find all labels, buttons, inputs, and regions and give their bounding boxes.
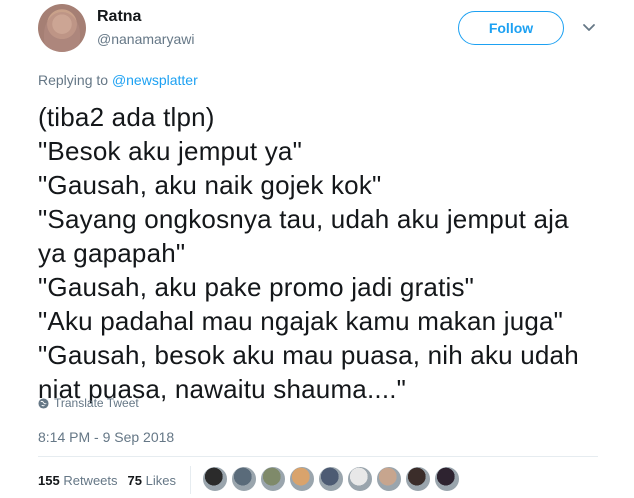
tweet-stats: 155 Retweets 75 Likes	[38, 473, 176, 488]
likes-label[interactable]: Likes	[146, 473, 176, 488]
translate-label[interactable]: Translate Tweet	[54, 396, 139, 410]
reply-mention-link[interactable]: @newsplatter	[112, 72, 198, 88]
liker-avatar[interactable]	[347, 466, 373, 492]
avatar-image	[44, 12, 80, 52]
tweet-line: (tiba2 ada tlpn)	[38, 102, 215, 132]
liker-avatar[interactable]	[376, 466, 402, 492]
tweet-line: "Gausah, aku naik gojek kok"	[38, 170, 382, 200]
author-handle[interactable]: @nanamaryawi	[97, 31, 194, 47]
liker-avatar[interactable]	[260, 466, 286, 492]
replying-prefix: Replying to	[38, 72, 112, 88]
author-name[interactable]: Ratna	[97, 8, 141, 26]
retweets-stat[interactable]: 155 Retweets	[38, 473, 118, 488]
follow-button[interactable]: Follow	[458, 11, 564, 45]
likes-stat[interactable]: 75 Likes	[128, 473, 176, 488]
liker-avatar[interactable]	[231, 466, 257, 492]
liker-avatar[interactable]	[434, 466, 460, 492]
tweet-timestamp[interactable]: 8:14 PM - 9 Sep 2018	[38, 429, 174, 445]
tweet-text: (tiba2 ada tlpn) "Besok aku jemput ya" "…	[38, 100, 618, 406]
tweet-line: "Gausah, besok aku mau puasa, nih aku ud…	[38, 340, 579, 370]
author-avatar[interactable]	[38, 4, 86, 52]
liker-avatar[interactable]	[289, 466, 315, 492]
chevron-down-icon[interactable]	[582, 20, 596, 34]
liker-avatar[interactable]	[202, 466, 228, 492]
likes-count[interactable]: 75	[128, 473, 142, 488]
globe-icon	[38, 397, 49, 409]
divider	[38, 456, 598, 457]
tweet-line: ya gapapah"	[38, 238, 186, 268]
tweet-line: "Gausah, aku pake promo jadi gratis"	[38, 272, 475, 302]
replying-to: Replying to @newsplatter	[38, 72, 198, 88]
retweets-count[interactable]: 155	[38, 473, 60, 488]
retweets-label[interactable]: Retweets	[63, 473, 117, 488]
stats-divider	[190, 466, 191, 494]
tweet-line: "Besok aku jemput ya"	[38, 136, 303, 166]
tweet-line: "Aku padahal mau ngajak kamu makan juga"	[38, 306, 564, 336]
liker-avatars	[202, 466, 460, 492]
tweet-line: "Sayang ongkosnya tau, udah aku jemput a…	[38, 204, 569, 234]
translate-tweet-link[interactable]: Translate Tweet	[38, 396, 139, 410]
liker-avatar[interactable]	[405, 466, 431, 492]
liker-avatar[interactable]	[318, 466, 344, 492]
